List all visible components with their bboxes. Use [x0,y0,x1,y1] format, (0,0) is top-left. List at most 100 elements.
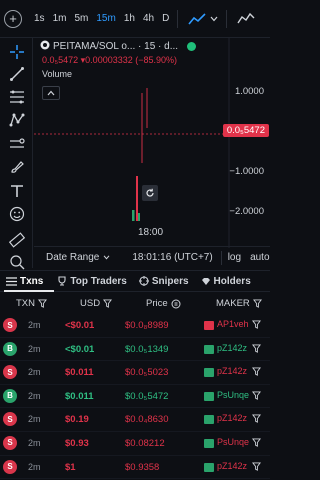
maker-address[interactable]: AP1veh [217,319,249,329]
table-row[interactable]: S 2m $0.011 $0.0₅5023 pZ142z [0,361,270,385]
collapse-legend-button[interactable] [42,86,60,100]
maker-address[interactable]: pZ142z [217,413,247,423]
buy-badge: B [3,341,17,356]
txn-price: $0.0₅5472 [125,390,169,402]
tab-label: Txns [20,275,44,287]
maker-address[interactable]: pZ142z [217,366,247,376]
txn-usd: $0.19 [65,414,89,426]
timeframe-1d[interactable]: D [162,13,169,24]
maker-avatar-icon [204,344,214,354]
crosshair-icon[interactable] [7,42,26,61]
auto-scale-toggle[interactable]: auto [250,252,269,263]
timeframe-1m[interactable]: 1m [53,13,67,24]
filter-icon[interactable] [252,462,261,471]
price-axis-label: −1.0000 [229,166,264,177]
filter-icon[interactable] [103,299,113,308]
chart-legend: PEITAMA/SOL o... · 15 · d... [40,40,197,53]
col-price[interactable]: Price [146,298,181,309]
sell-badge: S [3,412,17,427]
utc-clock[interactable]: 18:01:16 (UTC+7) [132,252,212,263]
txn-usd: $0.93 [65,437,89,449]
zoom-icon[interactable] [7,252,26,271]
toolbar-divider [177,9,179,28]
table-row[interactable]: S 2m <$0.01 $0.0₈8989 AP1veh [0,314,270,338]
maker-address[interactable]: PsUnqe [217,437,249,447]
tab-label: Top Traders [70,275,127,287]
maker-avatar-icon [204,321,214,330]
col-usd[interactable]: USD [80,298,113,309]
timeframe-1h[interactable]: 1h [124,13,135,24]
filter-icon[interactable] [252,344,261,353]
timeframe-15m[interactable]: 15m [96,13,115,24]
tab-label: Holders [213,275,251,287]
date-range-dropdown[interactable]: Date Range [46,252,99,263]
col-maker[interactable]: MAKER [216,298,262,309]
col-txn[interactable]: TXN [16,298,47,309]
filter-icon[interactable] [252,367,261,377]
chart-top-bar: + 1s 1m 5m 15m 1h 4h D [0,0,270,38]
tab-label: Snipers [151,275,189,287]
table-row[interactable]: B 2m <$0.01 $0.0₅1349 pZ142z [0,338,270,362]
txn-price: $0.0₅5023 [125,367,169,379]
timeframe-5m[interactable]: 5m [74,13,88,24]
list-icon [6,276,17,286]
tab-holders[interactable]: Holders [201,276,251,287]
table-row[interactable]: S 2m $1 $0.9358 pZ142z [0,456,270,480]
maker-avatar-icon [204,415,214,425]
log-scale-toggle[interactable]: log [228,252,241,263]
chevron-down-icon[interactable] [103,252,110,263]
txn-usd: $1 [65,461,76,473]
toolbar-divider [226,9,228,28]
emoji-icon[interactable] [7,204,26,223]
txn-price: $0.0₅1349 [125,343,169,355]
projection-icon[interactable] [7,134,26,153]
volume-label: Volume [42,69,73,79]
chart-type-line-icon[interactable] [188,12,206,26]
filter-icon[interactable] [252,414,261,424]
txn-age: 2m [28,367,41,378]
txn-usd: <$0.01 [65,343,95,355]
maker-avatar-icon [204,438,214,448]
buy-badge: B [3,388,17,403]
fib-retracement-icon[interactable] [7,87,26,106]
maker-address[interactable]: pZ142z [217,461,247,471]
table-row[interactable]: B 2m $0.011 $0.0₅5472 PsUnqe [0,385,270,409]
swap-currency-icon[interactable] [171,299,181,309]
volume-bar [136,176,138,221]
maker-address[interactable]: pZ142z [217,343,247,353]
filter-icon[interactable] [252,438,261,447]
txn-age: 2m [28,343,41,354]
chevron-up-icon [47,90,55,96]
filter-icon[interactable] [252,391,261,400]
maker-address[interactable]: PsUnqe [217,390,249,400]
ohlc-readout: 0.0₅5472 ▾0.00003332 (−85.90%) [42,55,177,65]
table-row[interactable]: S 2m $0.19 $0.0₄8630 pZ142z [0,408,270,432]
reset-chart-button[interactable] [142,185,158,201]
brush-icon[interactable] [7,157,26,176]
chevron-down-icon[interactable] [210,16,218,22]
table-row[interactable]: S 2m $0.93 $0.08212 PsUnqe [0,432,270,456]
ruler-icon[interactable] [7,230,26,249]
txn-price: $0.9358 [125,461,160,473]
filter-icon[interactable] [252,299,262,308]
price-chart[interactable]: PEITAMA/SOL o... · 15 · d... 0.0₅5472 ▾0… [34,38,270,248]
trend-line-icon[interactable] [7,64,26,83]
pattern-icon[interactable] [7,110,26,129]
pair-title[interactable]: PEITAMA/SOL o... · 15 · d... [53,41,178,52]
add-indicator-button[interactable]: + [4,9,22,28]
tab-top-traders[interactable]: Top Traders [57,276,127,287]
text-tool-icon[interactable] [7,181,26,200]
volume-bar [132,210,135,221]
tab-txns[interactable]: Txns [6,276,43,287]
volume-bar [138,213,140,221]
filter-icon[interactable] [252,320,261,329]
filter-icon[interactable] [38,299,47,308]
current-price-tag: 0.0₅5472 [222,124,269,137]
txn-usd: $0.011 [65,390,94,402]
timeframe-4h[interactable]: 4h [143,13,154,24]
indicators-icon[interactable] [237,12,255,26]
dex-chart-app: + 1s 1m 5m 15m 1h 4h D PEITAMA/SOL o... … [0,0,270,480]
timeframe-1s[interactable]: 1s [34,13,45,24]
tab-snipers[interactable]: Snipers [138,275,189,287]
price-axis-label: 1.0000 [234,86,264,97]
